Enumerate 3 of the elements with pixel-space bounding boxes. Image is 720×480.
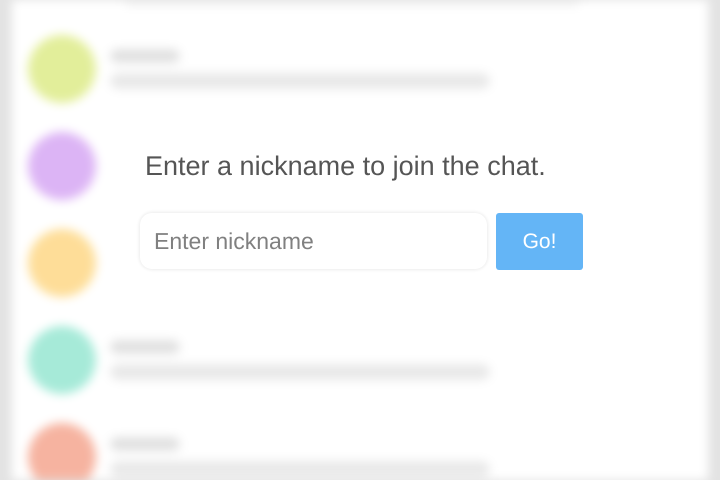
join-message: Enter a nickname to join the chat.	[145, 150, 546, 183]
go-button[interactable]: Go!	[496, 213, 583, 270]
nickname-field[interactable]: Enter nickname	[140, 213, 487, 269]
